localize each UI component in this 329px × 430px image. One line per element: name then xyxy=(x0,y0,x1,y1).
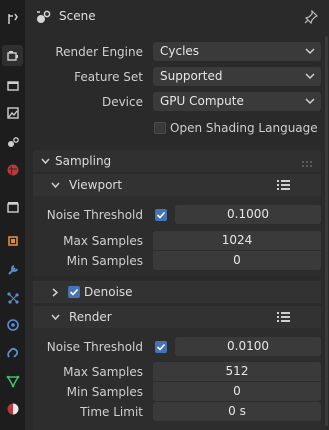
viewport-min-field[interactable]: 0 xyxy=(153,251,321,270)
physics-icon[interactable] xyxy=(2,314,23,335)
device-row: Device GPU Compute xyxy=(25,92,329,112)
render-engine-value: Cycles xyxy=(160,44,200,58)
device-label: Device xyxy=(101,95,143,109)
chevron-down-icon xyxy=(305,48,315,55)
tool-icon[interactable] xyxy=(2,8,23,29)
render-min-row: Min Samples 0 xyxy=(25,382,329,402)
feature-set-row: Feature Set Supported xyxy=(25,67,329,87)
sampling-title: Sampling xyxy=(55,154,112,168)
render-max-label: Max Samples xyxy=(63,365,143,379)
feature-set-dropdown[interactable]: Supported xyxy=(153,67,321,86)
feature-set-label: Feature Set xyxy=(74,70,143,84)
render-max-value: 512 xyxy=(225,364,249,378)
modifier-icon[interactable] xyxy=(2,259,23,280)
chevron-down-icon xyxy=(305,73,315,80)
denoise-title: Denoise xyxy=(84,285,133,299)
osl-label: Open Shading Language xyxy=(170,121,318,135)
render-time-label: Time Limit xyxy=(80,405,143,419)
properties-header: Scene xyxy=(25,0,329,33)
render-noise-label: Noise Threshold xyxy=(46,340,143,354)
viewport-min-label: Min Samples xyxy=(66,254,143,268)
object-icon[interactable] xyxy=(2,230,23,251)
viewport-min-row: Min Samples 0 xyxy=(25,251,329,271)
render-title: Render xyxy=(69,310,112,324)
render-noise-checkbox[interactable] xyxy=(155,341,167,353)
scrollbar[interactable] xyxy=(325,36,328,426)
render-time-row: Time Limit 0 s xyxy=(25,402,329,422)
viewport-subpanel-header[interactable]: Viewport xyxy=(33,174,321,196)
collection-icon[interactable] xyxy=(2,196,23,217)
view-layer-icon[interactable] xyxy=(2,102,23,123)
render-subpanel-header[interactable]: Render xyxy=(33,306,321,328)
data-icon[interactable] xyxy=(2,370,23,391)
render-max-field[interactable]: 512 xyxy=(153,362,321,381)
render-max-row: Max Samples 512 xyxy=(25,362,329,382)
scene-icon xyxy=(35,9,51,25)
chevron-down-icon xyxy=(51,182,60,189)
viewport-noise-row: Noise Threshold 0.1000 xyxy=(25,205,329,225)
viewport-noise-checkbox[interactable] xyxy=(155,209,167,221)
properties-tab-bar xyxy=(0,0,25,430)
render-min-value: 0 xyxy=(233,384,241,398)
render-min-field[interactable]: 0 xyxy=(153,382,321,401)
render-noise-row: Noise Threshold 0.0100 xyxy=(25,337,329,357)
render-engine-label: Render Engine xyxy=(55,45,143,59)
pin-icon[interactable] xyxy=(304,9,319,25)
denoise-subpanel-header[interactable]: Denoise xyxy=(33,281,321,303)
render-time-field[interactable]: 0 s xyxy=(153,402,321,421)
device-value: GPU Compute xyxy=(160,94,244,108)
constraints-icon[interactable] xyxy=(2,342,23,363)
presets-list-icon[interactable] xyxy=(276,178,292,192)
render-noise-value: 0.0100 xyxy=(227,339,269,353)
viewport-max-value: 1024 xyxy=(221,233,253,247)
render-engine-row: Render Engine Cycles xyxy=(25,42,329,62)
device-dropdown[interactable]: GPU Compute xyxy=(153,92,321,111)
render-icon[interactable] xyxy=(2,45,23,66)
osl-row: Open Shading Language xyxy=(25,118,329,138)
feature-set-value: Supported xyxy=(160,69,223,83)
osl-checkbox[interactable] xyxy=(154,122,166,134)
world-icon[interactable] xyxy=(2,159,23,180)
chevron-right-icon xyxy=(52,288,59,297)
viewport-max-label: Max Samples xyxy=(63,234,143,248)
viewport-noise-value: 0.1000 xyxy=(227,207,269,221)
particles-icon[interactable] xyxy=(2,287,23,308)
scene-icon[interactable] xyxy=(2,131,23,152)
presets-list-icon[interactable] xyxy=(276,310,292,324)
properties-panel: Scene Render Engine Cycles Feature Set S… xyxy=(25,0,329,430)
viewport-title: Viewport xyxy=(69,178,123,192)
page-title: Scene xyxy=(59,9,96,23)
drag-handle-icon[interactable] xyxy=(301,157,315,167)
render-engine-dropdown[interactable]: Cycles xyxy=(153,42,321,61)
chevron-down-icon xyxy=(305,98,315,105)
viewport-noise-field[interactable]: 0.1000 xyxy=(175,205,321,224)
viewport-max-row: Max Samples 1024 xyxy=(25,231,329,251)
render-time-value: 0 s xyxy=(228,404,246,418)
viewport-noise-label: Noise Threshold xyxy=(46,208,143,222)
chevron-down-icon xyxy=(41,158,50,165)
denoise-checkbox[interactable] xyxy=(68,286,80,298)
viewport-min-value: 0 xyxy=(233,253,241,267)
render-min-label: Min Samples xyxy=(66,385,143,399)
viewport-max-field[interactable]: 1024 xyxy=(153,231,321,250)
output-icon[interactable] xyxy=(2,75,23,96)
chevron-down-icon xyxy=(51,314,60,321)
render-noise-field[interactable]: 0.0100 xyxy=(175,337,321,356)
material-icon[interactable] xyxy=(2,398,23,419)
sampling-panel-header[interactable]: Sampling xyxy=(33,150,321,172)
